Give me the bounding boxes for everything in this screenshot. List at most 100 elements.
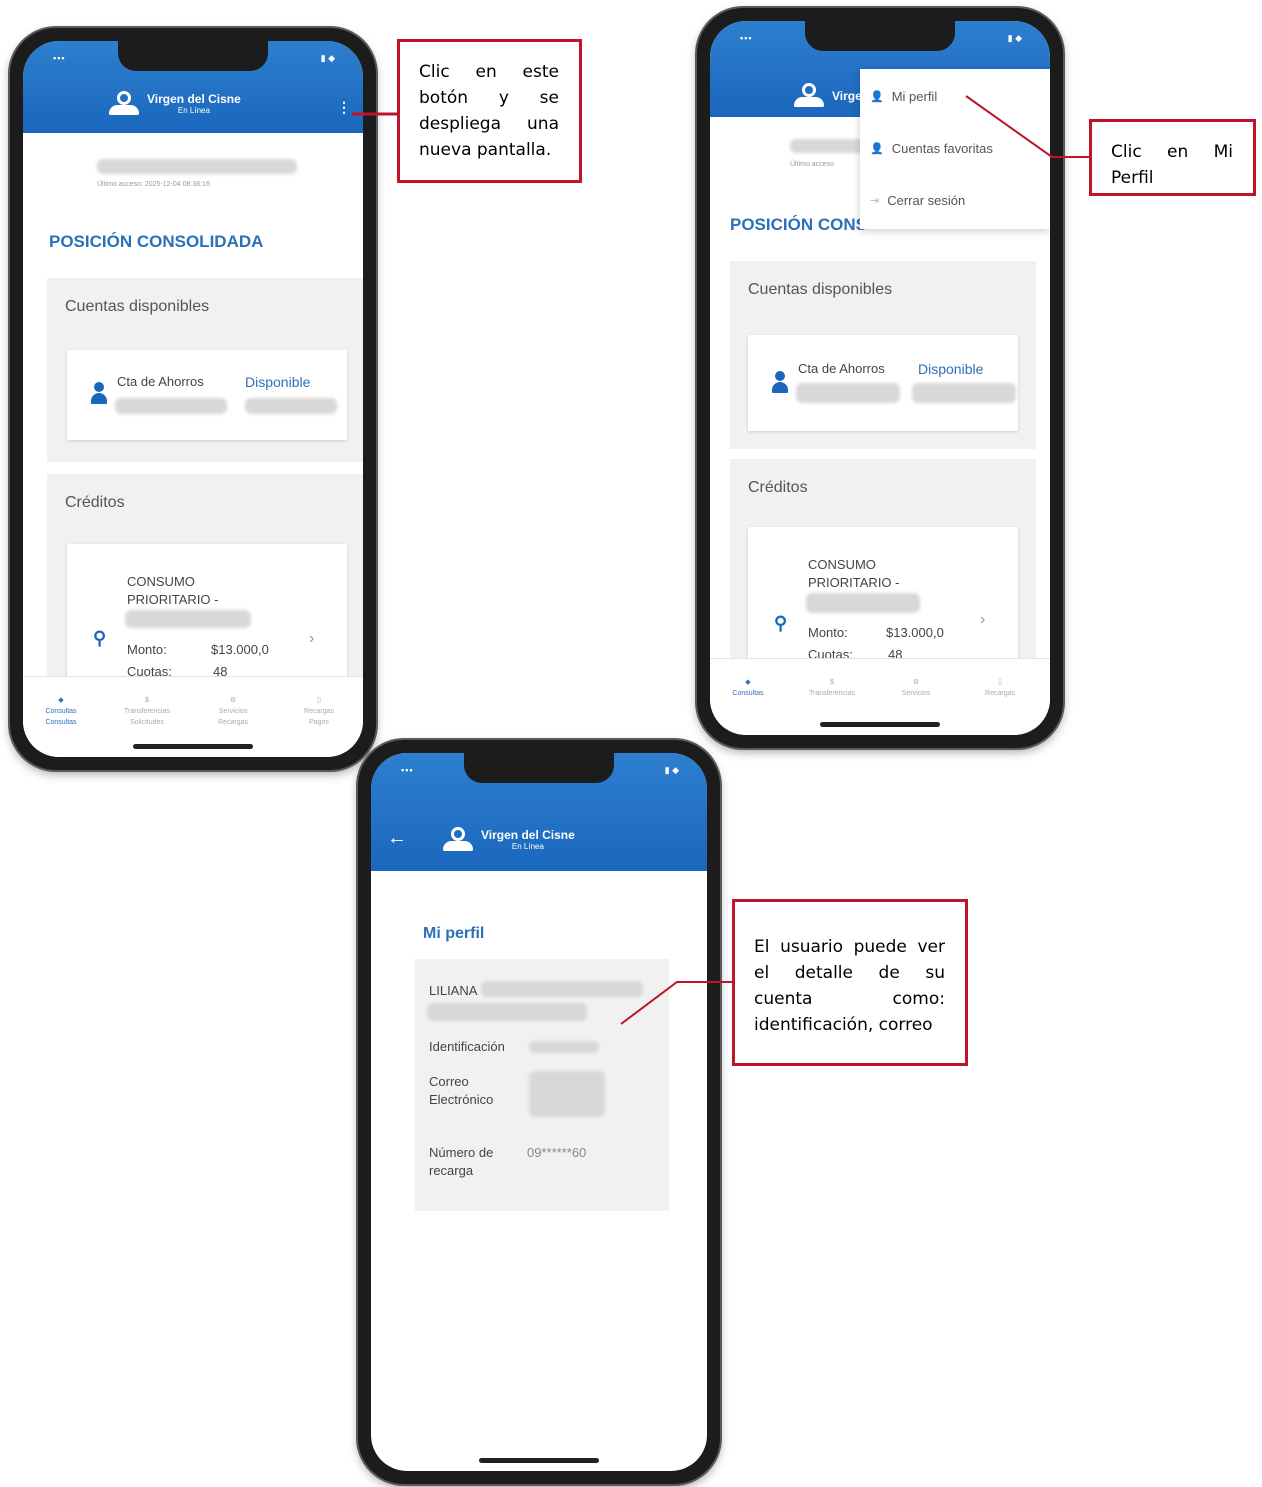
- callout-box-3: El usuario puede ver el detalle de su cu…: [732, 899, 968, 1066]
- chevron-right-icon[interactable]: ›: [309, 630, 314, 648]
- id-value-redacted: [529, 1041, 599, 1053]
- account-item[interactable]: Cta de Ahorros Disponible: [67, 350, 347, 440]
- chevron-right-icon[interactable]: ›: [980, 611, 985, 629]
- logo-icon: [109, 91, 139, 117]
- account-type: Cta de Ahorros: [117, 374, 204, 389]
- phone-mockup-profile: ▪▪▪ ▮ ◆ ← Virgen del Cisne En Línea Mi p…: [358, 740, 720, 1484]
- credit-number-redacted: [125, 610, 251, 628]
- callout-text-1: Clic en este botón y se despliega una nu…: [419, 62, 559, 160]
- nav-servicios[interactable]: ⚙ Servicios: [886, 677, 946, 699]
- nav-recargas[interactable]: ▯ Recargas: [970, 677, 1030, 699]
- home-indicator: [479, 1458, 599, 1463]
- profile-card: LILIANA Identificación Correo Electrónic…: [415, 959, 669, 1211]
- nav-consultas[interactable]: ◆ Consultas: [718, 677, 778, 699]
- credit-item[interactable]: CONSUMO PRIORITARIO - ⚲ Monto: $13.000,0…: [748, 527, 1018, 664]
- credit-name-line1: CONSUMO: [808, 557, 876, 572]
- credit-name-line2: PRIORITARIO -: [127, 592, 219, 607]
- section-title: POSICIÓN CONSOLIDADA: [49, 232, 264, 251]
- phone-mockup-consolidated: ▪▪▪ ▮ ◆ Virgen del Cisne En Línea ⋮ Últi…: [10, 28, 376, 770]
- app-subtitle: En Línea: [177, 106, 210, 115]
- logout-icon: ⇥: [870, 195, 880, 207]
- accounts-card-title: Cuentas disponibles: [748, 281, 893, 298]
- account-number-redacted: [115, 398, 227, 414]
- signal-icon: ▪▪▪: [401, 765, 414, 775]
- user-name-line2-redacted: [427, 1003, 587, 1021]
- profile-title: Mi perfil: [423, 925, 485, 942]
- user-name-redacted: [97, 159, 297, 174]
- battery-icon: ▮ ◆: [1007, 33, 1022, 43]
- menu-item-mi-perfil[interactable]: 👤 Mi perfil: [870, 89, 937, 104]
- home-indicator: [133, 744, 253, 749]
- available-label: Disponible: [245, 374, 311, 390]
- balance-redacted: [912, 383, 1016, 403]
- nav-transferencias[interactable]: $ Transferencias Solicitudes: [117, 695, 177, 729]
- signal-icon: ▪▪▪: [53, 53, 66, 63]
- user-name: LILIANA: [429, 983, 478, 998]
- dropdown-menu: 👤 Mi perfil 👤 Cuentas favoritas ⇥ Cerrar se…: [860, 69, 1050, 229]
- amount-value: $13.000,0: [886, 625, 944, 640]
- credits-card: Créditos CONSUMO PRIORITARIO - ⚲ Monto: …: [730, 459, 1036, 664]
- balance-redacted: [245, 398, 337, 414]
- account-type: Cta de Ahorros: [798, 361, 885, 376]
- arrow-left-icon[interactable]: ←: [387, 827, 407, 850]
- app-name: Virgen del Cisne: [481, 828, 575, 842]
- person-icon: 👤: [870, 91, 884, 103]
- id-label: Identificación: [429, 1039, 505, 1054]
- nav-consultas[interactable]: ◆ Consultas Consultas: [31, 695, 91, 729]
- credits-card-title: Créditos: [65, 494, 125, 511]
- battery-icon: ▮ ◆: [320, 53, 335, 63]
- section-title: POSICIÓN CONS: [730, 215, 867, 234]
- phone-screen: ▪▪▪ ▮ ◆ Virgen del Cisne En Línea ⋮ Últi…: [23, 41, 363, 757]
- person-icon: [91, 382, 107, 404]
- phone-screen: ▪▪▪ ▮ ◆ Virgen del Cisne Último acceso P…: [710, 21, 1050, 735]
- phone-notch: [464, 753, 614, 783]
- email-label-line2: Electrónico: [429, 1092, 494, 1107]
- person-icon: [772, 371, 788, 393]
- credit-icon: ⚲: [774, 613, 788, 633]
- person-icon: 👤: [870, 143, 884, 155]
- menu-item-cuentas-favoritas[interactable]: 👤 Cuentas favoritas: [870, 141, 993, 156]
- recharge-value: 09******60: [527, 1145, 587, 1160]
- amount-label: Monto:: [808, 625, 848, 640]
- credits-card: Créditos CONSUMO PRIORITARIO - ⚲ Monto: …: [47, 474, 363, 694]
- phone-notch: [805, 21, 955, 51]
- amount-value: $13.000,0: [211, 642, 269, 657]
- account-item[interactable]: Cta de Ahorros Disponible: [748, 335, 1018, 431]
- accounts-card: Cuentas disponibles Cta de Ahorros Dispo…: [47, 278, 363, 462]
- logo-icon: [794, 83, 824, 109]
- home-indicator: [820, 722, 940, 727]
- email-label-line1: Correo: [429, 1074, 469, 1089]
- phone-mockup-menu: ▪▪▪ ▮ ◆ Virgen del Cisne Último acceso P…: [697, 8, 1063, 748]
- accounts-card-title: Cuentas disponibles: [65, 298, 210, 315]
- available-label: Disponible: [918, 361, 984, 377]
- amount-label: Monto:: [127, 642, 167, 657]
- logo-icon: [443, 827, 473, 853]
- nav-recargas[interactable]: ▯ Recargas Pagos: [289, 695, 349, 729]
- nav-servicios[interactable]: ⚙ Servicios Recargas: [203, 695, 263, 729]
- user-surname-redacted: [481, 981, 643, 997]
- signal-icon: ▪▪▪: [740, 33, 753, 43]
- recharge-label-line1: Número de: [429, 1145, 494, 1160]
- credit-number-redacted: [806, 593, 920, 613]
- last-access: Último acceso: 2025-12-04 08:38:16: [97, 181, 210, 188]
- battery-icon: ▮ ◆: [664, 765, 679, 775]
- menu-item-cerrar-sesion[interactable]: ⇥ Cerrar sesión: [870, 193, 965, 208]
- phone-screen: ▪▪▪ ▮ ◆ ← Virgen del Cisne En Línea Mi p…: [371, 753, 707, 1471]
- credit-item[interactable]: CONSUMO PRIORITARIO - ⚲ Monto: $13.000,0…: [67, 544, 347, 694]
- email-value-redacted: [529, 1071, 605, 1117]
- credit-name-line1: CONSUMO: [127, 574, 195, 589]
- callout-box-2: Clic en Mi Perfil: [1089, 119, 1256, 196]
- credit-name-line2: PRIORITARIO -: [808, 575, 900, 590]
- app-subtitle: En Línea: [511, 842, 544, 851]
- credits-card-title: Créditos: [748, 479, 808, 496]
- nav-transferencias[interactable]: $ Transferencias: [802, 677, 862, 699]
- callout-text-2: Clic en Mi Perfil: [1111, 142, 1233, 188]
- phone-notch: [118, 41, 268, 71]
- recharge-label-line2: recarga: [429, 1163, 474, 1178]
- callout-text-3: El usuario puede ver el detalle de su cu…: [754, 937, 945, 1035]
- kebab-menu-icon[interactable]: ⋮: [337, 99, 351, 116]
- callout-box-1: Clic en este botón y se despliega una nu…: [397, 39, 582, 183]
- credit-icon: ⚲: [93, 628, 107, 648]
- app-logo: Virgen del Cisne En Línea: [443, 827, 575, 853]
- app-logo: Virgen del Cisne En Línea: [109, 91, 241, 117]
